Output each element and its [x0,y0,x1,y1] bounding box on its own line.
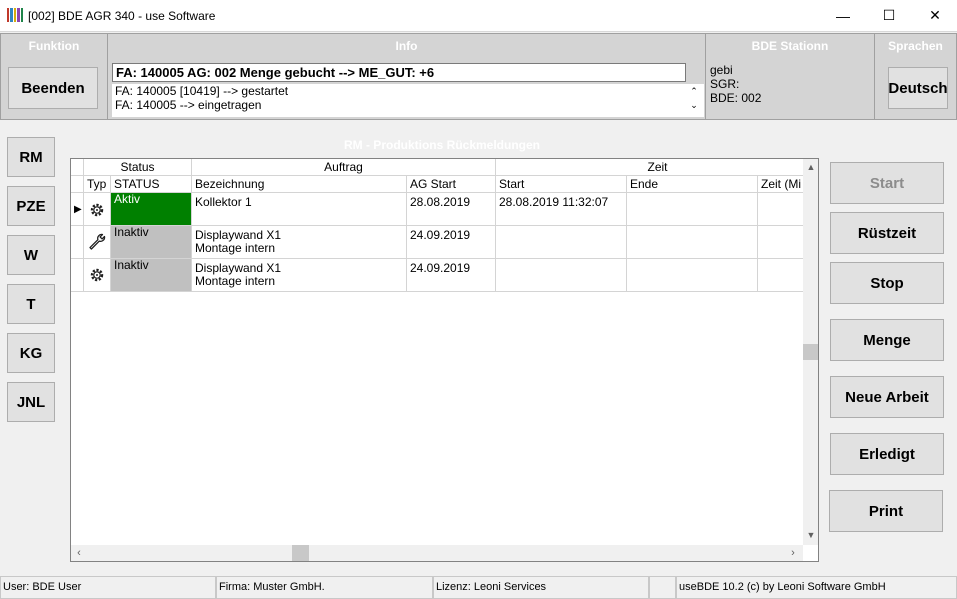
group-header-zeit: Zeit [496,159,818,176]
status-user: User: BDE User [0,576,216,599]
scroll-left-icon[interactable]: ‹ [71,545,87,561]
row-indicator [71,226,84,259]
app-icon [7,8,24,22]
status-lizenz: Lizenz: Leoni Services [433,576,649,599]
station-line: BDE: 002 [710,91,762,105]
column-header-ag-start[interactable]: AG Start [407,176,496,193]
sidebar-item-t[interactable]: T [7,284,55,324]
column-header-typ[interactable]: Typ [84,176,111,193]
print-button[interactable]: Print [829,490,943,532]
table-cell-ag-start: 24.09.2019 [407,259,496,292]
deutsch-button[interactable]: Deutsch [888,67,948,109]
production-grid[interactable]: Status Auftrag Zeit Typ STATUS Bezeichnu… [70,158,819,562]
column-header-bezeichnung[interactable]: Bezeichnung [192,176,407,193]
window-title: [002] BDE AGR 340 - use Software [28,9,216,23]
vertical-scroll-thumb[interactable] [803,344,818,360]
table-cell-bezeichnung: Displaywand X1 Montage intern [192,259,407,292]
station-title: BDE Stationn [751,39,829,53]
info-title: Info [395,39,418,53]
gear-icon [90,203,104,217]
status-version: useBDE 10.2 (c) by Leoni Software GmbH [676,576,957,599]
beenden-button[interactable]: Beenden [8,67,98,109]
page-title: RM - Produktions Rückmeldungen [343,138,540,152]
menge-button[interactable]: Menge [830,319,944,361]
station-panel: BDE Stationn gebi SGR: BDE: 002 [705,33,875,120]
sidebar-item-w[interactable]: W [7,235,55,275]
bezeichnung-line: Montage intern [195,274,276,288]
sprachen-panel: Sprachen Deutsch [874,33,957,120]
scroll-right-icon[interactable]: › [785,545,801,561]
row-header-blank [71,176,84,193]
erledigt-button[interactable]: Erledigt [830,433,944,475]
wrench-icon [89,233,106,250]
table-cell-ende [627,193,758,226]
stop-button[interactable]: Stop [830,262,944,304]
column-header-status[interactable]: STATUS [111,176,192,193]
info-log[interactable]: FA: 140005 [10419] --> gestartet FA: 140… [112,84,704,117]
group-header-status: Status [84,159,192,176]
sidebar-item-pze[interactable]: PZE [7,186,55,226]
info-main-message: FA: 140005 AG: 002 Menge gebucht --> ME_… [112,63,686,82]
bezeichnung-line: Kollektor 1 [195,195,252,209]
scroll-down-icon[interactable]: ▼ [803,527,818,543]
table-cell-start: 28.08.2019 11:32:07 [496,193,627,226]
scroll-up-icon[interactable]: ⌃ [686,84,702,98]
maximize-button[interactable]: ☐ [866,0,912,31]
info-log-line: FA: 140005 --> eingetragen [115,98,262,112]
table-cell-start [496,226,627,259]
sidebar-item-kg[interactable]: KG [7,333,55,373]
group-header-auftrag: Auftrag [192,159,496,176]
row-current-indicator: ▶ [71,193,84,226]
table-cell-bezeichnung: Kollektor 1 [192,193,407,226]
grid-horizontal-scrollbar[interactable]: ‹ › [71,545,803,561]
ruestzeit-button[interactable]: Rüstzeit [830,212,944,254]
info-log-scrollbar[interactable]: ⌃ ⌄ [686,84,702,117]
start-button[interactable]: Start [830,162,944,204]
column-header-ende[interactable]: Ende [627,176,758,193]
bezeichnung-line: Montage intern [195,241,276,255]
horizontal-scroll-thumb[interactable] [292,545,309,561]
table-row-typ[interactable] [84,226,111,259]
status-badge: Inaktiv [111,226,192,259]
station-line: gebi [710,63,733,77]
info-log-line: FA: 140005 [10419] --> gestartet [115,84,289,98]
sidebar-item-jnl[interactable]: JNL [7,382,55,422]
status-empty [649,576,676,599]
table-cell-start [496,259,627,292]
status-firma: Firma: Muster GmbH. [216,576,433,599]
neue-arbeit-button[interactable]: Neue Arbeit [830,376,944,418]
title-bar: [002] BDE AGR 340 - use Software — ☐ ✕ [0,0,957,32]
funktion-panel: Funktion Beenden [0,33,108,120]
table-cell-ag-start: 24.09.2019 [407,226,496,259]
station-info: gebi SGR: BDE: 002 [710,63,761,105]
info-panel: Info FA: 140005 AG: 002 Menge gebucht --… [107,33,706,120]
minimize-button[interactable]: — [820,0,866,31]
scroll-down-icon[interactable]: ⌄ [686,98,702,112]
table-cell-ende [627,259,758,292]
table-cell-ende [627,226,758,259]
gear-icon [90,268,104,282]
close-button[interactable]: ✕ [912,0,957,31]
table-cell-bezeichnung: Displaywand X1 Montage intern [192,226,407,259]
table-row-typ[interactable] [84,193,111,226]
funktion-title: Funktion [28,39,80,53]
grid-corner [71,159,84,176]
table-cell-ag-start: 28.08.2019 [407,193,496,226]
table-row-typ[interactable] [84,259,111,292]
sidebar-item-rm[interactable]: RM [7,137,55,177]
station-line: SGR: [710,77,740,91]
status-badge: Aktiv [111,193,192,226]
row-indicator [71,259,84,292]
grid-vertical-scrollbar[interactable]: ▲ ▼ [803,159,818,545]
sprachen-title: Sprachen [888,39,943,53]
status-badge: Inaktiv [111,259,192,292]
column-header-start[interactable]: Start [496,176,627,193]
scroll-up-icon[interactable]: ▲ [803,159,818,175]
status-bar: User: BDE User Firma: Muster GmbH. Lizen… [0,576,957,599]
